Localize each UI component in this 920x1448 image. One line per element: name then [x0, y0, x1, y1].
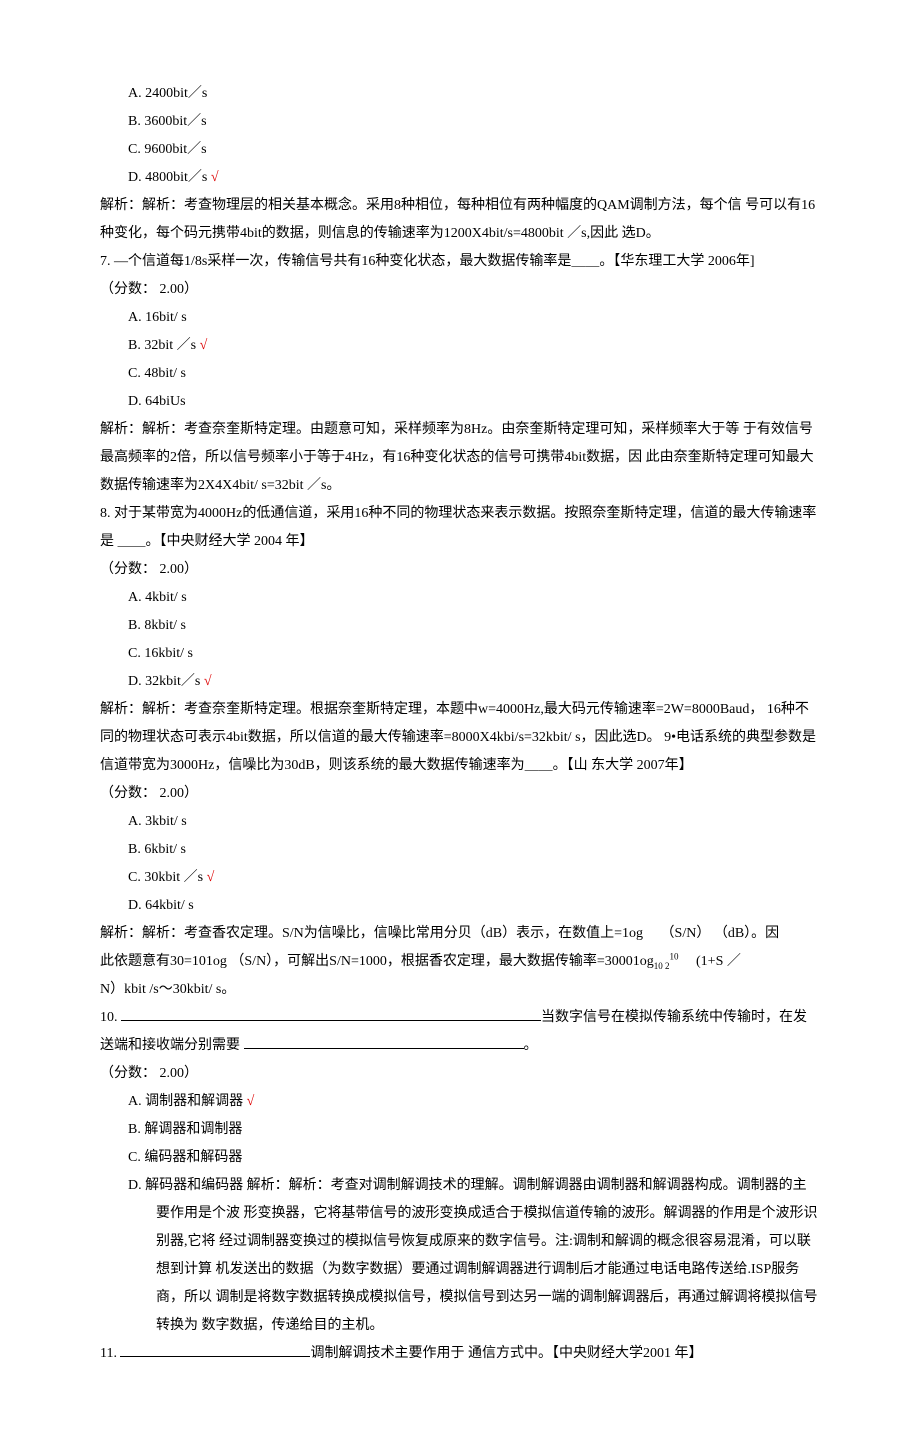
q10-option-b: B. 解调器和调制器 [100, 1116, 820, 1144]
q9-option-b: B. 6kbit/ s [100, 836, 820, 864]
q10-stem: 10. 当数字信号在模拟传输系统中传输时，在发送端和接收端分别需要 。 [100, 1004, 820, 1060]
q7-score: （分数： 2.00） [100, 276, 820, 304]
q7-analysis: 解析：解析：考查奈奎斯特定理。由题意可知，采样频率为8Hz。由奈奎斯特定理可知，… [100, 416, 820, 500]
blank-line [244, 1034, 524, 1049]
blank-line [120, 1342, 310, 1357]
q10-option-a: A. 调制器和解调器 √ [100, 1088, 820, 1116]
q10-option-a-text: A. 调制器和解调器 [128, 1094, 243, 1109]
q7-option-b: B. 32bit ／s √ [100, 332, 820, 360]
q6-option-d: D. 4800bit／s √ [100, 164, 820, 192]
check-icon: √ [207, 870, 215, 885]
q6-analysis: 解析：解析：考查物理层的相关基本概念。采用8种相位，每种相位有两种幅度的QAM调… [100, 192, 820, 248]
q9-option-d: D. 64kbit/ s [100, 892, 820, 920]
q9-option-c-text: C. 30kbit ／s [128, 870, 203, 885]
q8-option-c: C. 16kbit/ s [100, 640, 820, 668]
q7-option-a: A. 16bit/ s [100, 304, 820, 332]
q8-option-d: D. 32kbit／s √ [100, 668, 820, 696]
q11-stem-mid: 调制解调技术主要作用于 通信方式中。【中央财经大学2001 年】 [310, 1346, 702, 1361]
q9-analysis-p1-tail: （S/N） （dB）。因 [661, 926, 780, 941]
q8-option-b: B. 8kbit/ s [100, 612, 820, 640]
superscript-10: 10 [670, 951, 679, 961]
q8-score: （分数： 2.00） [100, 556, 820, 584]
q9-score: （分数： 2.00） [100, 780, 820, 808]
q9-analysis-p1: 解析：解析：考查香农定理。S/N为信噪比，信噪比常用分贝（dB）表示，在数值上=… [100, 926, 643, 941]
check-icon: √ [247, 1094, 255, 1109]
q9-analysis-p2-tail: (1+S ／ [696, 954, 741, 969]
q7-option-d: D. 64biUs [100, 388, 820, 416]
q11-stem: 11. 调制解调技术主要作用于 通信方式中。【中央财经大学2001 年】 [100, 1340, 820, 1368]
q10-stem-end: 。 [524, 1038, 538, 1053]
q9-analysis-line3: N）kbit /s〜30kbit/ s。 [100, 976, 820, 1004]
q8-stem: 8. 对于某带宽为4000Hz的低通信道，采用16种不同的物理状态来表示数据。按… [100, 500, 820, 556]
q6-option-a: A. 2400bit／s [100, 80, 820, 108]
subscript-10-2: 10 2 [654, 961, 670, 971]
blank-line [121, 1006, 541, 1021]
q10-option-d: D. 解码器和编码器 解析：解析：考查对调制解调技术的理解。调制解调器由调制器和… [128, 1172, 820, 1340]
q8-option-a: A. 4kbit/ s [100, 584, 820, 612]
q9-analysis-line2: 此依题意有30=101og （S/N），可解出S/N=1000，根据香农定理，最… [100, 948, 820, 976]
q10-score: （分数： 2.00） [100, 1060, 820, 1088]
q7-option-b-text: B. 32bit ／s [128, 338, 196, 353]
q6-option-b: B. 3600bit／s [100, 108, 820, 136]
q7-stem: 7. —个信道每1/8s采样一次，传输信号共有16种变化状态，最大数据传输率是＿… [100, 248, 820, 276]
q9-analysis-p2: 此依题意有30=101og （S/N），可解出S/N=1000，根据香农定理，最… [100, 954, 654, 969]
q7-option-c: C. 48bit/ s [100, 360, 820, 388]
check-icon: √ [204, 674, 212, 689]
q10-prefix: 10. [100, 1010, 121, 1025]
q9-option-a: A. 3kbit/ s [100, 808, 820, 836]
q8-analysis: 解析：解析：考查奈奎斯特定理。根据奈奎斯特定理，本题中w=4000Hz,最大码元… [100, 696, 820, 780]
q11-prefix: 11. [100, 1346, 120, 1361]
q6-option-c: C. 9600bit／s [100, 136, 820, 164]
check-icon: √ [200, 338, 208, 353]
q9-option-c: C. 30kbit ／s √ [100, 864, 820, 892]
q6-option-d-text: D. 4800bit／s [128, 170, 207, 185]
q9-analysis-line1: 解析：解析：考查香农定理。S/N为信噪比，信噪比常用分贝（dB）表示，在数值上=… [100, 920, 820, 948]
q8-option-d-text: D. 32kbit／s [128, 674, 200, 689]
q10-option-c: C. 编码器和解码器 [100, 1144, 820, 1172]
check-icon: √ [211, 170, 219, 185]
